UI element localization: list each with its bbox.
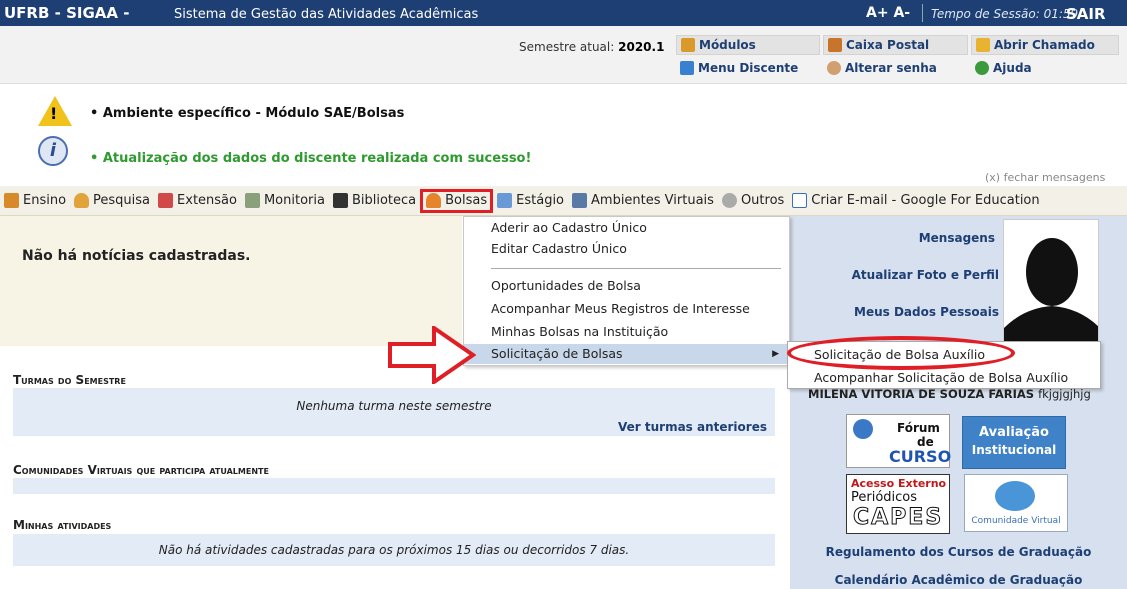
ajuda-link[interactable]: Ajuda — [971, 58, 1119, 78]
menu-item-solicitacao[interactable]: Solicitação de Bolsas ▶ — [464, 344, 789, 364]
info-icon: i — [38, 136, 68, 166]
id-card-icon — [497, 193, 513, 208]
student-name: MILENA VITORIA DE SOUZA FARIAS fkjgjgjhj… — [808, 387, 1091, 401]
close-messages-link[interactable]: (x) fechar mensagens — [985, 171, 1105, 184]
flask-icon — [74, 193, 90, 208]
people-icon — [572, 193, 588, 208]
news-empty-text: Não há notícias cadastradas. — [22, 248, 251, 264]
regulamento-link[interactable]: Regulamento dos Cursos de Graduação — [790, 545, 1127, 559]
modulos-link[interactable]: Módulos — [676, 35, 820, 55]
annotation-arrow-icon — [388, 326, 476, 384]
app-title: UFRB - SIGAA - — [4, 4, 130, 22]
app-subtitle: Sistema de Gestão das Atividades Acadêmi… — [174, 7, 479, 22]
menu-estagio[interactable]: Estágio — [493, 189, 568, 213]
solicitacao-submenu: Solicitação de Bolsa Auxílio Acompanhar … — [787, 341, 1101, 389]
warning-message: • Ambiente específico - Módulo SAE/Bolsa… — [90, 106, 405, 121]
avaliacao-institucional-banner[interactable]: Avaliação Institucional — [962, 416, 1066, 469]
arrow-right-icon: ▶ — [772, 349, 779, 359]
ticket-icon — [976, 38, 990, 52]
menu-extensao[interactable]: Extensão — [154, 189, 241, 213]
menu-outros[interactable]: Outros — [718, 189, 788, 213]
forum-icon — [853, 419, 873, 439]
user-key-icon — [827, 61, 841, 75]
divider — [491, 268, 781, 269]
atualizar-foto-link[interactable]: Atualizar Foto e Perfil — [790, 268, 999, 282]
forum-curso-banner[interactable]: Fórum de CURSO — [846, 414, 951, 468]
silhouette-icon — [1004, 238, 1098, 343]
turmas-empty-text: Nenhuma turma neste semestre — [296, 399, 492, 413]
menu-ensino[interactable]: Ensino — [0, 189, 70, 213]
menu-bolsas[interactable]: Bolsas — [420, 188, 494, 213]
calendario-link[interactable]: Calendário Acadêmico de Graduação — [790, 573, 1127, 587]
success-message: • Atualização dos dados do discente real… — [90, 151, 532, 166]
arrows-icon — [680, 61, 694, 75]
capes-banner[interactable]: Acesso Externo Periódicos CAPES — [846, 474, 950, 534]
help-icon — [975, 61, 989, 75]
warning-mark: ! — [50, 104, 58, 123]
menu-pesquisa[interactable]: Pesquisa — [70, 189, 154, 213]
menu-monitoria[interactable]: Monitoria — [241, 189, 329, 213]
current-semester: Semestre atual: 2020.1 — [519, 40, 665, 54]
menu-item-minhas-bolsas[interactable]: Minhas Bolsas na Instituição — [464, 322, 789, 342]
ver-turmas-anteriores-link[interactable]: Ver turmas anteriores — [618, 420, 767, 434]
gears-icon — [721, 193, 737, 208]
community-icon — [995, 481, 1035, 511]
atividades-empty-text: Não há atividades cadastradas para os pr… — [158, 543, 630, 557]
menu-item-acompanhar[interactable]: Acompanhar Meus Registros de Interesse — [464, 299, 789, 319]
caixa-postal-link[interactable]: Caixa Postal — [823, 35, 968, 55]
header: Semestre atual: 2020.1 Módulos Caixa Pos… — [0, 26, 1127, 84]
bolsas-dropdown: Aderir ao Cadastro Único Editar Cadastro… — [463, 216, 790, 366]
menu-ambientes-virtuais[interactable]: Ambientes Virtuais — [568, 189, 718, 213]
menu-biblioteca[interactable]: Biblioteca — [329, 189, 420, 213]
mailbox-icon — [828, 38, 842, 52]
session-timer: Tempo de Sessão: 01:59 — [931, 7, 1079, 21]
user-icon — [426, 193, 442, 208]
comunidades-box — [13, 478, 775, 494]
dados-pessoais-link[interactable]: Meus Dados Pessoais — [790, 305, 999, 319]
logout-button[interactable]: SAIR — [1066, 5, 1106, 23]
atividades-box: Não há atividades cadastradas para os pr… — [13, 534, 775, 566]
atividades-heading: Minhas atividades — [13, 518, 112, 532]
menu-discente-link[interactable]: Menu Discente — [676, 58, 820, 78]
heart-hands-icon — [158, 193, 174, 208]
menu-item-solicitacao-auxilio[interactable]: Solicitação de Bolsa Auxílio — [788, 345, 1100, 365]
top-bar: UFRB - SIGAA - Sistema de Gestão das Ati… — [0, 0, 1127, 26]
divider — [922, 4, 923, 22]
turmas-box: Nenhuma turma neste semestre Ver turmas … — [13, 388, 775, 436]
board-icon — [244, 193, 260, 208]
avatar — [1003, 219, 1099, 344]
messages-area: ! • Ambiente específico - Módulo SAE/Bol… — [0, 84, 1127, 186]
menu-criar-email[interactable]: Criar E-mail - Google For Education — [788, 189, 1043, 213]
menu-item-aderir[interactable]: Aderir ao Cadastro Único — [464, 218, 789, 238]
books-icon — [4, 193, 19, 208]
abrir-chamado-link[interactable]: Abrir Chamado — [971, 35, 1119, 55]
alterar-senha-link[interactable]: Alterar senha — [823, 58, 968, 78]
library-icon — [332, 193, 348, 208]
comunidades-heading: Comunidades Virtuais que participa atual… — [13, 463, 269, 477]
menu-item-acompanhar-auxilio[interactable]: Acompanhar Solicitação de Bolsa Auxílio — [788, 368, 1100, 388]
turmas-heading: Turmas do Semestre — [13, 373, 126, 387]
envelope-icon — [792, 193, 808, 208]
main-menu: Ensino Pesquisa Extensão Monitoria Bibli… — [0, 186, 1127, 216]
mensagens-link[interactable]: Mensagens — [790, 231, 995, 245]
box-icon — [681, 38, 695, 52]
menu-item-editar[interactable]: Editar Cadastro Único — [464, 239, 789, 259]
font-size-controls[interactable]: A+ A- — [866, 5, 910, 21]
comunidade-virtual-banner[interactable]: Comunidade Virtual — [964, 474, 1068, 532]
menu-item-oportunidades[interactable]: Oportunidades de Bolsa — [464, 276, 789, 296]
